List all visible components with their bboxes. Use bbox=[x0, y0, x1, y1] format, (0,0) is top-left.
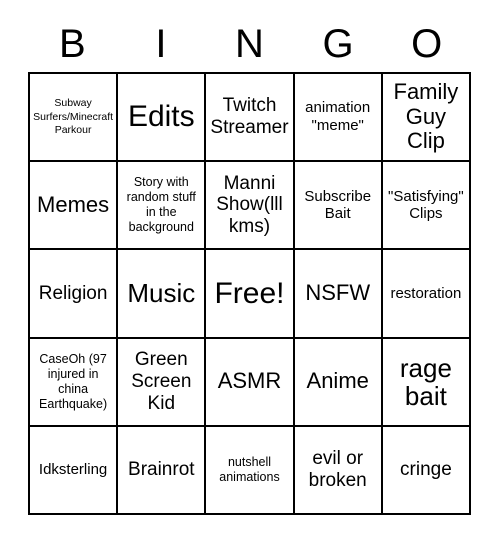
bingo-cell[interactable]: cringe bbox=[382, 426, 471, 515]
bingo-cell-label: Memes bbox=[37, 191, 110, 217]
bingo-cell[interactable]: Manni Show(lll kms) bbox=[206, 162, 295, 251]
bingo-cell[interactable]: evil or broken bbox=[294, 426, 383, 515]
bingo-cell-label: Story with random stuff in the backgroun… bbox=[126, 175, 196, 235]
bingo-cell-label: rage bait bbox=[399, 352, 452, 411]
bingo-cell-label: Family Guy Clip bbox=[393, 79, 459, 154]
bingo-cell[interactable]: Edits bbox=[118, 74, 207, 163]
bingo-cell-label: restoration bbox=[390, 284, 462, 302]
bingo-header-letter-g: G bbox=[322, 22, 354, 66]
bingo-cell-label: CaseOh (97 injured in china Earthquake) bbox=[39, 351, 108, 411]
bingo-cell[interactable]: Music bbox=[118, 250, 207, 339]
bingo-cell-label: "Satisfying" Clips bbox=[388, 187, 464, 223]
bingo-cell-label: evil or broken bbox=[308, 448, 367, 491]
bingo-cell[interactable]: Memes bbox=[30, 162, 119, 251]
bingo-cell-label: Twitch Streamer bbox=[210, 95, 289, 139]
bingo-cell[interactable]: Subway Surfers/Minecraft Parkour bbox=[30, 74, 119, 163]
bingo-cell[interactable]: nutshell animations bbox=[206, 426, 295, 515]
bingo-cell-label: Anime bbox=[306, 368, 369, 394]
bingo-cell-label: Music bbox=[127, 278, 196, 309]
bingo-cell-label: Subway Surfers/Minecraft Parkour bbox=[33, 97, 114, 136]
bingo-cell[interactable]: Story with random stuff in the backgroun… bbox=[118, 162, 207, 251]
bingo-card: B I N G O Subway Surfers/Minecraft Parko… bbox=[0, 0, 500, 544]
bingo-cell-label: Idksterling bbox=[38, 461, 108, 479]
bingo-cell-label: Religion bbox=[38, 282, 108, 304]
bingo-header-letter-b: B bbox=[58, 22, 86, 66]
bingo-cell[interactable]: animation "meme" bbox=[294, 74, 383, 163]
bingo-cell[interactable]: Subscribe Bait bbox=[294, 162, 383, 251]
bingo-cell[interactable]: Anime bbox=[294, 338, 383, 427]
bingo-header-row: B I N G O bbox=[28, 16, 471, 72]
bingo-cell[interactable]: Brainrot bbox=[118, 426, 207, 515]
bingo-cell[interactable]: rage bait bbox=[382, 338, 471, 427]
bingo-cell-label: animation "meme" bbox=[305, 99, 371, 135]
bingo-header-letter-n: N bbox=[235, 22, 264, 66]
bingo-cell[interactable]: Family Guy Clip bbox=[382, 74, 471, 163]
bingo-cell-label: Green Screen Kid bbox=[131, 349, 192, 414]
bingo-header-letter-i: I bbox=[155, 22, 167, 66]
bingo-cell[interactable]: NSFW bbox=[294, 250, 383, 339]
bingo-cell-label: NSFW bbox=[305, 280, 371, 306]
bingo-cell-label: Free! bbox=[214, 276, 285, 310]
bingo-cell[interactable]: restoration bbox=[382, 250, 471, 339]
bingo-grid: Subway Surfers/Minecraft Parkour Edits T… bbox=[28, 72, 471, 515]
bingo-cell[interactable]: CaseOh (97 injured in china Earthquake) bbox=[30, 338, 119, 427]
bingo-cell-label: Brainrot bbox=[128, 459, 195, 481]
bingo-cell[interactable]: "Satisfying" Clips bbox=[382, 162, 471, 251]
bingo-cell-label: ASMR bbox=[217, 368, 282, 394]
bingo-cell[interactable]: Idksterling bbox=[30, 426, 119, 515]
bingo-cell-label: Manni Show(lll kms) bbox=[216, 172, 283, 238]
bingo-cell-label: nutshell animations bbox=[219, 454, 280, 484]
bingo-cell-label: Edits bbox=[127, 100, 195, 134]
bingo-cell-label: Subscribe Bait bbox=[304, 187, 372, 223]
bingo-header-letter-o: O bbox=[411, 22, 443, 66]
bingo-cell-label: cringe bbox=[400, 459, 452, 481]
bingo-cell[interactable]: Green Screen Kid bbox=[118, 338, 207, 427]
bingo-cell[interactable]: ASMR bbox=[206, 338, 295, 427]
bingo-cell[interactable]: Religion bbox=[30, 250, 119, 339]
bingo-cell[interactable]: Twitch Streamer bbox=[206, 74, 295, 163]
bingo-cell-free-space[interactable]: Free! bbox=[206, 250, 295, 339]
